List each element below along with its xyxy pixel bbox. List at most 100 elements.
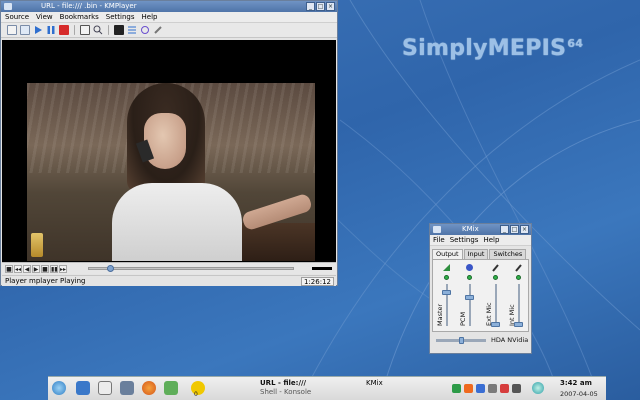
volume-track[interactable] — [469, 284, 471, 326]
video-area[interactable] — [2, 40, 336, 262]
firefox-icon[interactable] — [142, 381, 156, 395]
mixer-panel: Master PCM Ext Mic Int Mic — [432, 259, 529, 332]
notification-count: 0 — [194, 391, 198, 398]
kmix-app-icon[interactable] — [433, 226, 441, 233]
menu-source[interactable]: Source — [5, 12, 29, 22]
device-tray-icon[interactable] — [500, 384, 509, 393]
sync-icon[interactable] — [140, 25, 150, 35]
menu-file[interactable]: File — [433, 235, 445, 245]
volume-track[interactable] — [518, 284, 520, 326]
clock-date: 2007-04-05 — [560, 390, 598, 398]
seek-slider[interactable] — [88, 265, 294, 272]
desktop-globe-icon[interactable] — [532, 382, 544, 394]
task-kmix[interactable]: KMix — [366, 379, 383, 387]
task-kmplayer[interactable]: URL - file:/// — [260, 379, 311, 388]
tab-output[interactable]: Output — [432, 249, 463, 259]
kmplayer-window: URL - file:/// .bin - KMPlayer _ □ × Sou… — [0, 0, 338, 286]
pcm-icon — [466, 264, 473, 271]
print-tray-icon[interactable] — [512, 384, 521, 393]
task-konsole[interactable]: Shell - Konsole — [260, 388, 311, 397]
update-tray-icon[interactable] — [464, 384, 473, 393]
close-button[interactable]: × — [520, 225, 529, 234]
speaker-icon — [443, 264, 450, 271]
channel-label: PCM — [459, 311, 467, 326]
desktop-brand-logo: SimplyMEPIS64 — [402, 36, 584, 61]
play-icon[interactable] — [33, 25, 43, 35]
forward-button[interactable]: ▸▸ — [59, 264, 67, 273]
stop-button[interactable]: ■ — [41, 264, 49, 273]
volume-track[interactable] — [495, 284, 497, 326]
tab-input[interactable]: Input — [463, 249, 489, 259]
kmenu-icon[interactable] — [52, 381, 66, 395]
microphone-icon — [515, 264, 522, 272]
task-list: URL - file:/// Shell - Konsole — [260, 379, 311, 397]
menu-help[interactable]: Help — [142, 12, 158, 22]
clock-time: 3:42 am — [560, 379, 592, 387]
record-led[interactable] — [516, 275, 521, 280]
volume-slider-handle[interactable] — [442, 289, 451, 295]
config-icon[interactable] — [153, 25, 163, 35]
close-button[interactable]: × — [326, 2, 335, 11]
kmplayer-title: URL - file:/// .bin - KMPlayer — [41, 2, 137, 10]
open-icon[interactable] — [7, 25, 17, 35]
volume-tray-icon[interactable] — [488, 384, 497, 393]
channel-master: Master — [436, 262, 455, 332]
kmix-window: KMix _ □ × File Settings Help Output Inp… — [429, 223, 532, 354]
kmplayer-titlebar[interactable]: URL - file:/// .bin - KMPlayer _ □ × — [1, 1, 337, 12]
microphone-icon — [492, 264, 499, 272]
mute-led[interactable] — [467, 275, 472, 280]
channel-label: Int Mic — [508, 304, 516, 326]
balance-slider-handle[interactable] — [458, 337, 464, 344]
network-tray-icon[interactable] — [452, 384, 461, 393]
record-led[interactable] — [493, 275, 498, 280]
video-frame — [27, 83, 315, 261]
kmplayer-toolbar — [1, 23, 337, 38]
channel-ext-mic: Ext Mic — [485, 262, 504, 332]
tab-switches[interactable]: Switches — [489, 249, 527, 259]
minimize-button[interactable]: _ — [306, 2, 315, 11]
menu-help[interactable]: Help — [483, 235, 499, 245]
menu-view[interactable]: View — [36, 12, 53, 22]
balance-slider[interactable] — [436, 337, 486, 344]
volume-bar[interactable] — [312, 267, 332, 270]
volume-slider-handle[interactable] — [465, 295, 474, 301]
home-icon[interactable] — [120, 381, 134, 395]
kmix-titlebar[interactable]: KMix _ □ × — [430, 224, 531, 235]
menu-bookmarks[interactable]: Bookmarks — [60, 12, 99, 22]
open-url-icon[interactable] — [20, 25, 30, 35]
playback-controls: ■ ◂◂ ◀ ▶ ■ ▮▮ ▸▸ — [2, 262, 336, 274]
channel-int-mic: Int Mic — [508, 262, 527, 332]
stop-icon[interactable] — [59, 25, 69, 35]
playlist-icon[interactable] — [127, 25, 137, 35]
pause-icon[interactable] — [46, 25, 56, 35]
settings-icon[interactable] — [98, 381, 112, 395]
maximize-button[interactable]: □ — [510, 225, 519, 234]
editor-icon[interactable] — [76, 381, 90, 395]
kmplayer-menubar: Source View Bookmarks Settings Help — [1, 12, 337, 23]
channel-label: Master — [436, 303, 444, 326]
fullscreen-icon[interactable] — [80, 25, 90, 35]
package-icon[interactable] — [164, 381, 178, 395]
mute-led[interactable] — [444, 275, 449, 280]
playback-time: 1:26:12 — [301, 277, 334, 286]
seek-handle[interactable] — [106, 265, 114, 272]
player-status-text: Player mplayer Playing — [5, 277, 86, 285]
kmplayer-statusbar: Player mplayer Playing 1:26:12 — [2, 275, 336, 286]
play-button[interactable]: ▶ — [32, 264, 40, 273]
zoom-icon[interactable] — [93, 25, 103, 35]
menu-control-button[interactable]: ■ — [5, 264, 13, 273]
backward-button[interactable]: ◂◂ — [14, 264, 22, 273]
maximize-button[interactable]: □ — [316, 2, 325, 11]
rewind-button[interactable]: ◀ — [23, 264, 31, 273]
console-icon[interactable] — [114, 25, 124, 35]
clipboard-tray-icon[interactable] — [476, 384, 485, 393]
toolbar-separator — [108, 25, 109, 35]
menu-settings[interactable]: Settings — [450, 235, 479, 245]
hardware-label: HDA NVidia — [491, 336, 529, 344]
channel-label: Ext Mic — [485, 302, 493, 326]
kmplayer-app-icon[interactable] — [4, 3, 12, 10]
menu-settings[interactable]: Settings — [106, 12, 135, 22]
pause-button[interactable]: ▮▮ — [50, 264, 58, 273]
minimize-button[interactable]: _ — [500, 225, 509, 234]
kmix-title: KMix — [462, 225, 479, 233]
